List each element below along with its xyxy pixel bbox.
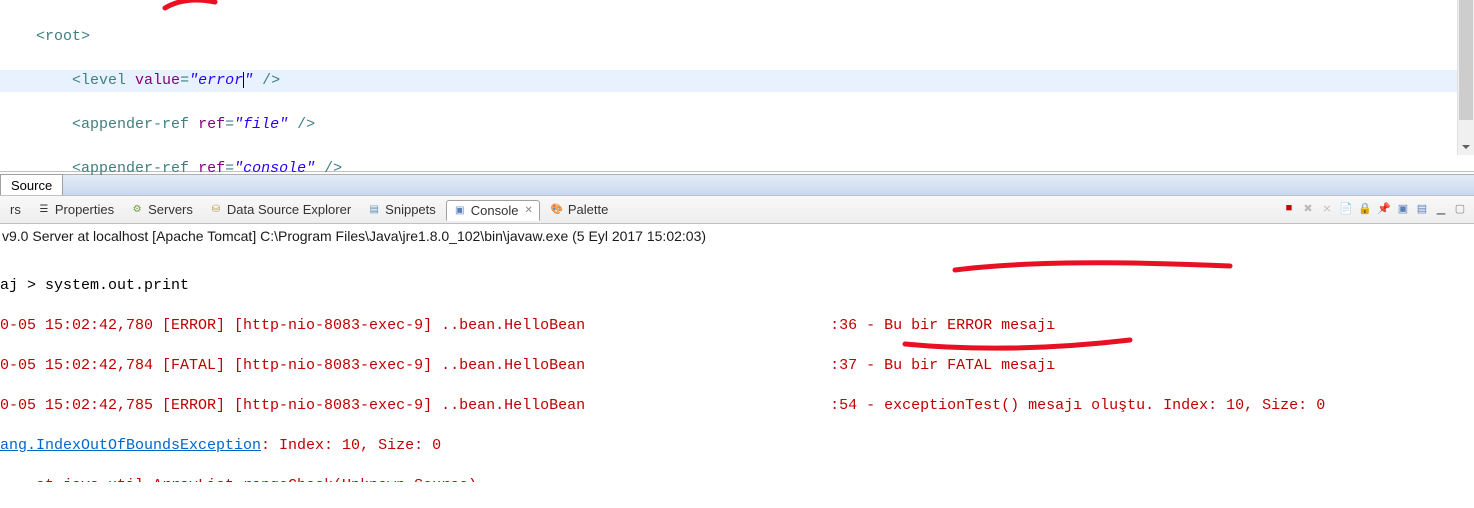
console-line: at java.util.ArrayList.rangeCheck(Unknow…	[0, 476, 1474, 482]
console-line: 0-05 15:02:42,785 [ERROR] [http-nio-8083…	[0, 396, 1474, 416]
code-line[interactable]: <appender-ref ref="console" />	[0, 158, 1474, 180]
terminate-icon[interactable]: ■	[1281, 200, 1297, 216]
scrollbar-thumb[interactable]	[1459, 0, 1473, 120]
remove-all-icon[interactable]: ⨯	[1319, 200, 1335, 216]
exception-link[interactable]: ang.IndexOutOfBoundsException	[0, 437, 261, 454]
code-line[interactable]: <level value="error" />	[0, 70, 1474, 92]
console-output[interactable]: aj > system.out.print 0-05 15:02:42,780 …	[0, 248, 1474, 482]
tab-properties[interactable]: ☰ Properties	[31, 200, 120, 219]
open-console-icon[interactable]: ▤	[1414, 200, 1430, 216]
xml-editor[interactable]: <root> <level value="error" /> <appender…	[0, 0, 1474, 172]
clear-console-icon[interactable]: 📄	[1338, 200, 1354, 216]
scroll-lock-icon[interactable]: 🔒	[1357, 200, 1373, 216]
scroll-down-button[interactable]	[1458, 138, 1474, 155]
servers-icon: ⚙	[130, 203, 144, 217]
tab-snippets[interactable]: ▤ Snippets	[361, 200, 442, 219]
maximize-icon[interactable]: ▢	[1452, 200, 1468, 216]
code-line[interactable]: <root>	[0, 26, 1474, 48]
tab-servers[interactable]: ⚙ Servers	[124, 200, 199, 219]
snippets-icon: ▤	[367, 203, 381, 217]
palette-icon: 🎨	[550, 203, 564, 217]
console-line: 0-05 15:02:42,780 [ERROR] [http-nio-8083…	[0, 316, 1474, 336]
minimize-icon[interactable]: ▁	[1433, 200, 1449, 216]
console-line: 0-05 15:02:42,784 [FATAL] [http-nio-8083…	[0, 356, 1474, 376]
tab-datasource[interactable]: ⛁ Data Source Explorer	[203, 200, 357, 219]
console-icon: ▣	[453, 203, 467, 217]
vertical-scrollbar[interactable]	[1457, 0, 1474, 155]
remove-launch-icon[interactable]: ✖	[1300, 200, 1316, 216]
tab-markers[interactable]: rs	[4, 200, 27, 219]
properties-icon: ☰	[37, 203, 51, 217]
chevron-down-icon	[1462, 145, 1470, 149]
datasource-icon: ⛁	[209, 203, 223, 217]
display-console-icon[interactable]: ▣	[1395, 200, 1411, 216]
console-line: aj > system.out.print	[0, 276, 1474, 296]
close-icon[interactable]: ✕	[524, 205, 532, 216]
views-tab-bar: rs ☰ Properties ⚙ Servers ⛁ Data Source …	[0, 196, 1474, 224]
code-line[interactable]: <appender-ref ref="file" />	[0, 114, 1474, 136]
console-toolbar: ■ ✖ ⨯ 📄 🔒 📌 ▣ ▤ ▁ ▢	[1281, 200, 1468, 216]
pin-console-icon[interactable]: 📌	[1376, 200, 1392, 216]
console-line: ang.IndexOutOfBoundsException: Index: 10…	[0, 436, 1474, 456]
tab-console[interactable]: ▣ Console ✕	[446, 200, 540, 221]
tab-palette[interactable]: 🎨 Palette	[544, 200, 614, 219]
